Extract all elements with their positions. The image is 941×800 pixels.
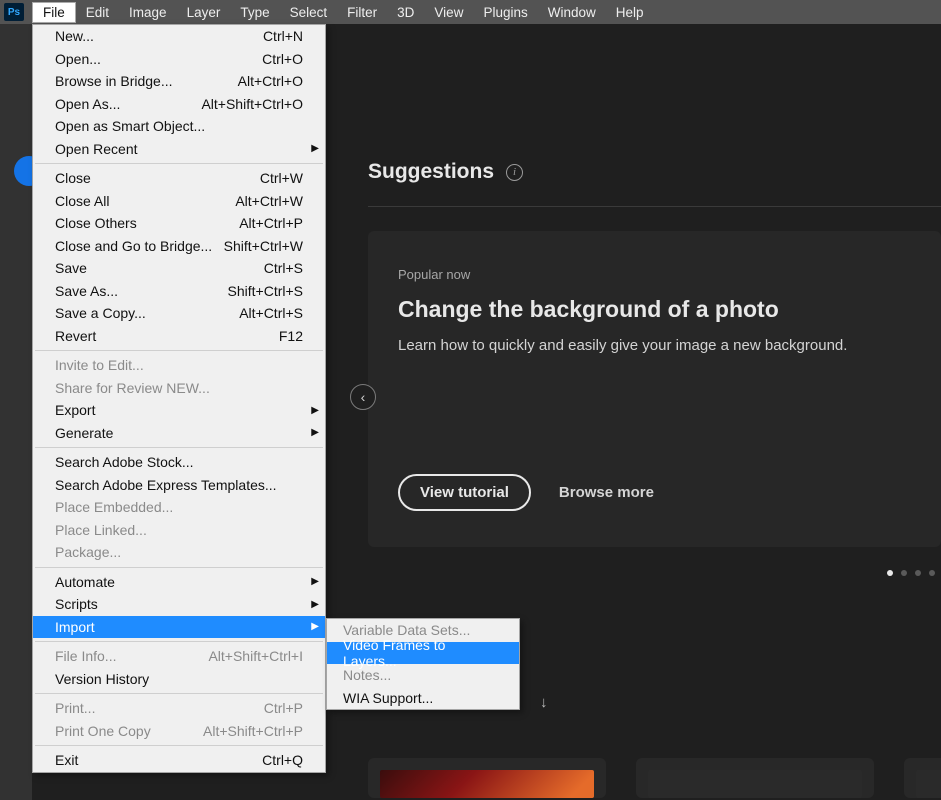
menubar-item-layer[interactable]: Layer — [177, 2, 231, 23]
browse-more-link[interactable]: Browse more — [559, 484, 654, 501]
menu-separator — [35, 567, 323, 568]
menubar-item-plugins[interactable]: Plugins — [473, 2, 537, 23]
chevron-right-icon: ▶ — [311, 143, 319, 154]
suggestion-headline: Change the background of a photo — [398, 296, 911, 323]
left-sidebar — [0, 24, 32, 800]
menu-item-place-embedded[interactable]: Place Embedded... — [33, 496, 325, 519]
menubar-item-3d[interactable]: 3D — [387, 2, 424, 23]
menubar: Ps FileEditImageLayerTypeSelectFilter3DV… — [0, 0, 941, 24]
recent-thumbnail[interactable] — [368, 758, 606, 798]
menu-item-search-adobe-stock[interactable]: Search Adobe Stock... — [33, 451, 325, 474]
menu-item-file-info[interactable]: File Info...Alt+Shift+Ctrl+I — [33, 645, 325, 668]
info-icon[interactable]: i — [506, 164, 523, 181]
chevron-right-icon: ▶ — [311, 576, 319, 587]
submenu-item-wia-support[interactable]: WIA Support... — [327, 687, 519, 710]
menu-item-version-history[interactable]: Version History — [33, 668, 325, 691]
recent-thumbnail[interactable] — [904, 758, 941, 798]
file-menu-dropdown: New...Ctrl+NOpen...Ctrl+OBrowse in Bridg… — [32, 24, 326, 773]
menu-item-print-one-copy[interactable]: Print One CopyAlt+Shift+Ctrl+P — [33, 720, 325, 743]
chevron-right-icon: ▶ — [311, 405, 319, 416]
menubar-item-type[interactable]: Type — [230, 2, 279, 23]
carousel-dot[interactable] — [915, 570, 921, 576]
menubar-item-help[interactable]: Help — [606, 2, 654, 23]
carousel-dot[interactable] — [929, 570, 935, 576]
submenu-item-video-frames-to-layers[interactable]: Video Frames to Layers... — [327, 642, 519, 665]
chevron-right-icon: ▶ — [311, 599, 319, 610]
popular-now-label: Popular now — [398, 267, 911, 282]
menu-item-save-a-copy[interactable]: Save a Copy...Alt+Ctrl+S — [33, 302, 325, 325]
menu-item-close-and-go-to-bridge[interactable]: Close and Go to Bridge...Shift+Ctrl+W — [33, 235, 325, 258]
menu-item-save[interactable]: SaveCtrl+S — [33, 257, 325, 280]
recent-thumbnail[interactable] — [636, 758, 874, 798]
menubar-item-view[interactable]: View — [424, 2, 473, 23]
menu-item-save-as[interactable]: Save As...Shift+Ctrl+S — [33, 280, 325, 303]
menu-separator — [35, 163, 323, 164]
menu-separator — [35, 447, 323, 448]
prev-arrow-button[interactable]: ‹ — [350, 384, 376, 410]
view-tutorial-button[interactable]: View tutorial — [398, 474, 531, 511]
menubar-item-file[interactable]: File — [32, 2, 76, 23]
menubar-item-window[interactable]: Window — [538, 2, 606, 23]
menu-item-share-for-review-new[interactable]: Share for Review NEW... — [33, 377, 325, 400]
suggestions-title: Suggestions — [368, 160, 494, 184]
menu-separator — [35, 745, 323, 746]
menu-separator — [35, 641, 323, 642]
menu-item-open-as-smart-object[interactable]: Open as Smart Object... — [33, 115, 325, 138]
menu-item-export[interactable]: Export▶ — [33, 399, 325, 422]
menu-item-open[interactable]: Open...Ctrl+O — [33, 48, 325, 71]
menubar-item-edit[interactable]: Edit — [76, 2, 119, 23]
carousel-dot[interactable] — [887, 570, 893, 576]
menu-item-invite-to-edit[interactable]: Invite to Edit... — [33, 354, 325, 377]
menu-separator — [35, 350, 323, 351]
menu-item-open-recent[interactable]: Open Recent▶ — [33, 138, 325, 161]
menu-item-close[interactable]: CloseCtrl+W — [33, 167, 325, 190]
suggestion-description: Learn how to quickly and easily give you… — [398, 337, 911, 354]
menu-item-place-linked[interactable]: Place Linked... — [33, 519, 325, 542]
menu-item-revert[interactable]: RevertF12 — [33, 325, 325, 348]
menubar-item-image[interactable]: Image — [119, 2, 177, 23]
menu-item-close-others[interactable]: Close OthersAlt+Ctrl+P — [33, 212, 325, 235]
menu-item-new[interactable]: New...Ctrl+N — [33, 25, 325, 48]
menu-item-automate[interactable]: Automate▶ — [33, 571, 325, 594]
menu-item-close-all[interactable]: Close AllAlt+Ctrl+W — [33, 190, 325, 213]
menu-item-open-as[interactable]: Open As...Alt+Shift+Ctrl+O — [33, 93, 325, 116]
chevron-right-icon: ▶ — [311, 621, 319, 632]
suggestion-card: Popular now Change the background of a p… — [368, 231, 941, 547]
menu-item-search-adobe-express-templates[interactable]: Search Adobe Express Templates... — [33, 474, 325, 497]
carousel-dots — [887, 570, 935, 576]
menu-item-generate[interactable]: Generate▶ — [33, 422, 325, 445]
menu-separator — [35, 693, 323, 694]
carousel-dot[interactable] — [901, 570, 907, 576]
menu-item-browse-in-bridge[interactable]: Browse in Bridge...Alt+Ctrl+O — [33, 70, 325, 93]
menu-item-print[interactable]: Print...Ctrl+P — [33, 697, 325, 720]
menu-item-package[interactable]: Package... — [33, 541, 325, 564]
menubar-item-select[interactable]: Select — [280, 2, 338, 23]
suggestions-panel: Suggestions i Popular now Change the bac… — [368, 160, 941, 547]
menu-item-exit[interactable]: ExitCtrl+Q — [33, 749, 325, 772]
import-submenu: Variable Data Sets...Video Frames to Lay… — [326, 618, 520, 710]
submenu-item-notes[interactable]: Notes... — [327, 664, 519, 687]
sort-icon[interactable]: ↓ — [540, 694, 548, 711]
chevron-right-icon: ▶ — [311, 427, 319, 438]
app-icon: Ps — [4, 3, 24, 21]
menu-item-scripts[interactable]: Scripts▶ — [33, 593, 325, 616]
menu-item-import[interactable]: Import▶ — [33, 616, 325, 639]
menubar-item-filter[interactable]: Filter — [337, 2, 387, 23]
